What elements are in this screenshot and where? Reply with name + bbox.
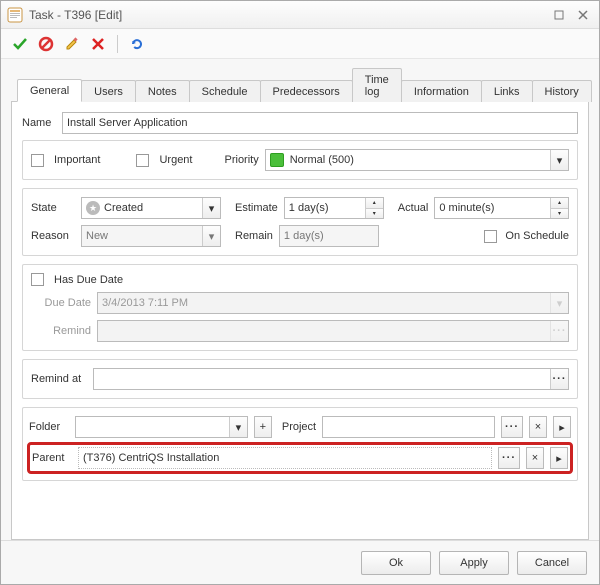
tab-timelog[interactable]: Time log — [352, 68, 402, 102]
due-date-field: 3/4/2013 7:11 PM ▾ — [97, 292, 569, 314]
tab-general[interactable]: General — [17, 79, 82, 102]
actual-spinner[interactable]: 0 minute(s) ▴▾ — [434, 197, 569, 219]
state-label: State — [31, 202, 75, 214]
tab-notes[interactable]: Notes — [135, 80, 190, 102]
estimate-spinner[interactable]: 1 day(s) ▴▾ — [284, 197, 384, 219]
titlebar: Task - T396 [Edit] — [1, 1, 599, 29]
remind-label: Remind — [31, 325, 91, 337]
project-label: Project — [282, 421, 316, 433]
general-panel: Name Important Urgent Priority Normal (5… — [11, 102, 589, 540]
ellipsis-icon[interactable]: ··· — [550, 369, 568, 389]
priority-combo[interactable]: Normal (500) ▾ — [265, 149, 569, 171]
remain-value: 1 day(s) — [284, 230, 324, 242]
on-schedule-label: On Schedule — [505, 230, 569, 242]
close-button[interactable] — [573, 7, 593, 23]
task-edit-window: Task - T396 [Edit] General U — [0, 0, 600, 585]
name-input[interactable] — [62, 112, 578, 134]
remind-at-group: Remind at ··· — [22, 359, 578, 399]
chevron-down-icon[interactable]: ▾ — [202, 226, 220, 246]
parent-go-button[interactable]: ▸ — [550, 447, 568, 469]
priority-value: Normal (500) — [290, 154, 354, 166]
relations-group: Folder ▾ + Project ··· × ▸ Parent — [22, 407, 578, 481]
toolbar-separator — [117, 35, 118, 53]
has-due-date-label: Has Due Date — [54, 274, 123, 286]
tabs-row: General Users Notes Schedule Predecessor… — [11, 67, 589, 102]
estimate-value: 1 day(s) — [289, 202, 329, 214]
urgent-checkbox[interactable] — [136, 154, 149, 167]
toolbar — [1, 29, 599, 59]
due-date-value: 3/4/2013 7:11 PM — [102, 297, 188, 309]
edit-icon[interactable] — [63, 35, 81, 53]
reason-combo[interactable]: New ▾ — [81, 225, 221, 247]
refresh-icon[interactable] — [128, 35, 146, 53]
state-combo[interactable]: ★ Created ▾ — [81, 197, 221, 219]
content-area: General Users Notes Schedule Predecessor… — [1, 59, 599, 540]
remain-field: 1 day(s) — [279, 225, 379, 247]
accept-icon[interactable] — [11, 35, 29, 53]
folder-label: Folder — [29, 421, 69, 433]
project-browse-button[interactable]: ··· — [501, 416, 523, 438]
tab-information[interactable]: Information — [401, 80, 482, 102]
chevron-down-icon: ▾ — [550, 293, 568, 313]
progress-group: State ★ Created ▾ Estimate 1 day(s) ▴▾ A… — [22, 188, 578, 256]
project-clear-button[interactable]: × — [529, 416, 547, 438]
actual-value: 0 minute(s) — [439, 202, 494, 214]
actual-label: Actual — [398, 202, 429, 214]
priority-group: Important Urgent Priority Normal (500) ▾ — [22, 140, 578, 180]
tab-history[interactable]: History — [532, 80, 592, 102]
parent-value: (T376) CentriQS Installation — [83, 452, 219, 464]
important-label: Important — [54, 154, 100, 166]
estimate-spin-buttons[interactable]: ▴▾ — [365, 198, 383, 218]
folder-add-button[interactable]: + — [254, 416, 272, 438]
chevron-down-icon[interactable]: ▾ — [229, 417, 247, 437]
on-schedule-checkbox[interactable] — [484, 230, 497, 243]
parent-label: Parent — [32, 452, 72, 464]
state-star-icon: ★ — [86, 201, 100, 215]
folder-combo[interactable]: ▾ — [75, 416, 248, 438]
actual-spin-buttons[interactable]: ▴▾ — [550, 198, 568, 218]
remind-at-field[interactable]: ··· — [93, 368, 569, 390]
project-go-button[interactable]: ▸ — [553, 416, 571, 438]
state-value: Created — [104, 202, 143, 214]
task-icon — [7, 7, 23, 23]
parent-browse-button[interactable]: ··· — [498, 447, 520, 469]
reason-value: New — [86, 230, 108, 242]
remind-field: ··· — [97, 320, 569, 342]
reason-label: Reason — [31, 230, 75, 242]
urgent-label: Urgent — [159, 154, 192, 166]
tab-users[interactable]: Users — [81, 80, 136, 102]
tab-schedule[interactable]: Schedule — [189, 80, 261, 102]
tab-predecessors[interactable]: Predecessors — [260, 80, 353, 102]
cancel-button[interactable]: Cancel — [517, 551, 587, 575]
minimize-button[interactable] — [549, 7, 569, 23]
remain-label: Remain — [235, 230, 273, 242]
priority-label: Priority — [225, 154, 259, 166]
apply-button[interactable]: Apply — [439, 551, 509, 575]
project-field[interactable] — [322, 416, 495, 438]
has-due-date-checkbox[interactable] — [31, 273, 44, 286]
name-label: Name — [22, 117, 56, 129]
ellipsis-icon: ··· — [550, 321, 568, 341]
important-checkbox[interactable] — [31, 154, 44, 167]
remind-at-label: Remind at — [31, 373, 87, 385]
chevron-down-icon[interactable]: ▾ — [550, 150, 568, 170]
ok-button[interactable]: Ok — [361, 551, 431, 575]
delete-icon[interactable] — [89, 35, 107, 53]
priority-color-icon — [270, 153, 284, 167]
dialog-footer: Ok Apply Cancel — [1, 540, 599, 584]
chevron-down-icon[interactable]: ▾ — [202, 198, 220, 218]
due-date-label: Due Date — [31, 297, 91, 309]
parent-clear-button[interactable]: × — [526, 447, 544, 469]
prohibit-icon[interactable] — [37, 35, 55, 53]
window-title: Task - T396 [Edit] — [29, 8, 122, 22]
tab-links[interactable]: Links — [481, 80, 533, 102]
due-date-group: Has Due Date Due Date 3/4/2013 7:11 PM ▾… — [22, 264, 578, 351]
parent-field[interactable]: (T376) CentriQS Installation — [78, 447, 492, 469]
estimate-label: Estimate — [235, 202, 278, 214]
